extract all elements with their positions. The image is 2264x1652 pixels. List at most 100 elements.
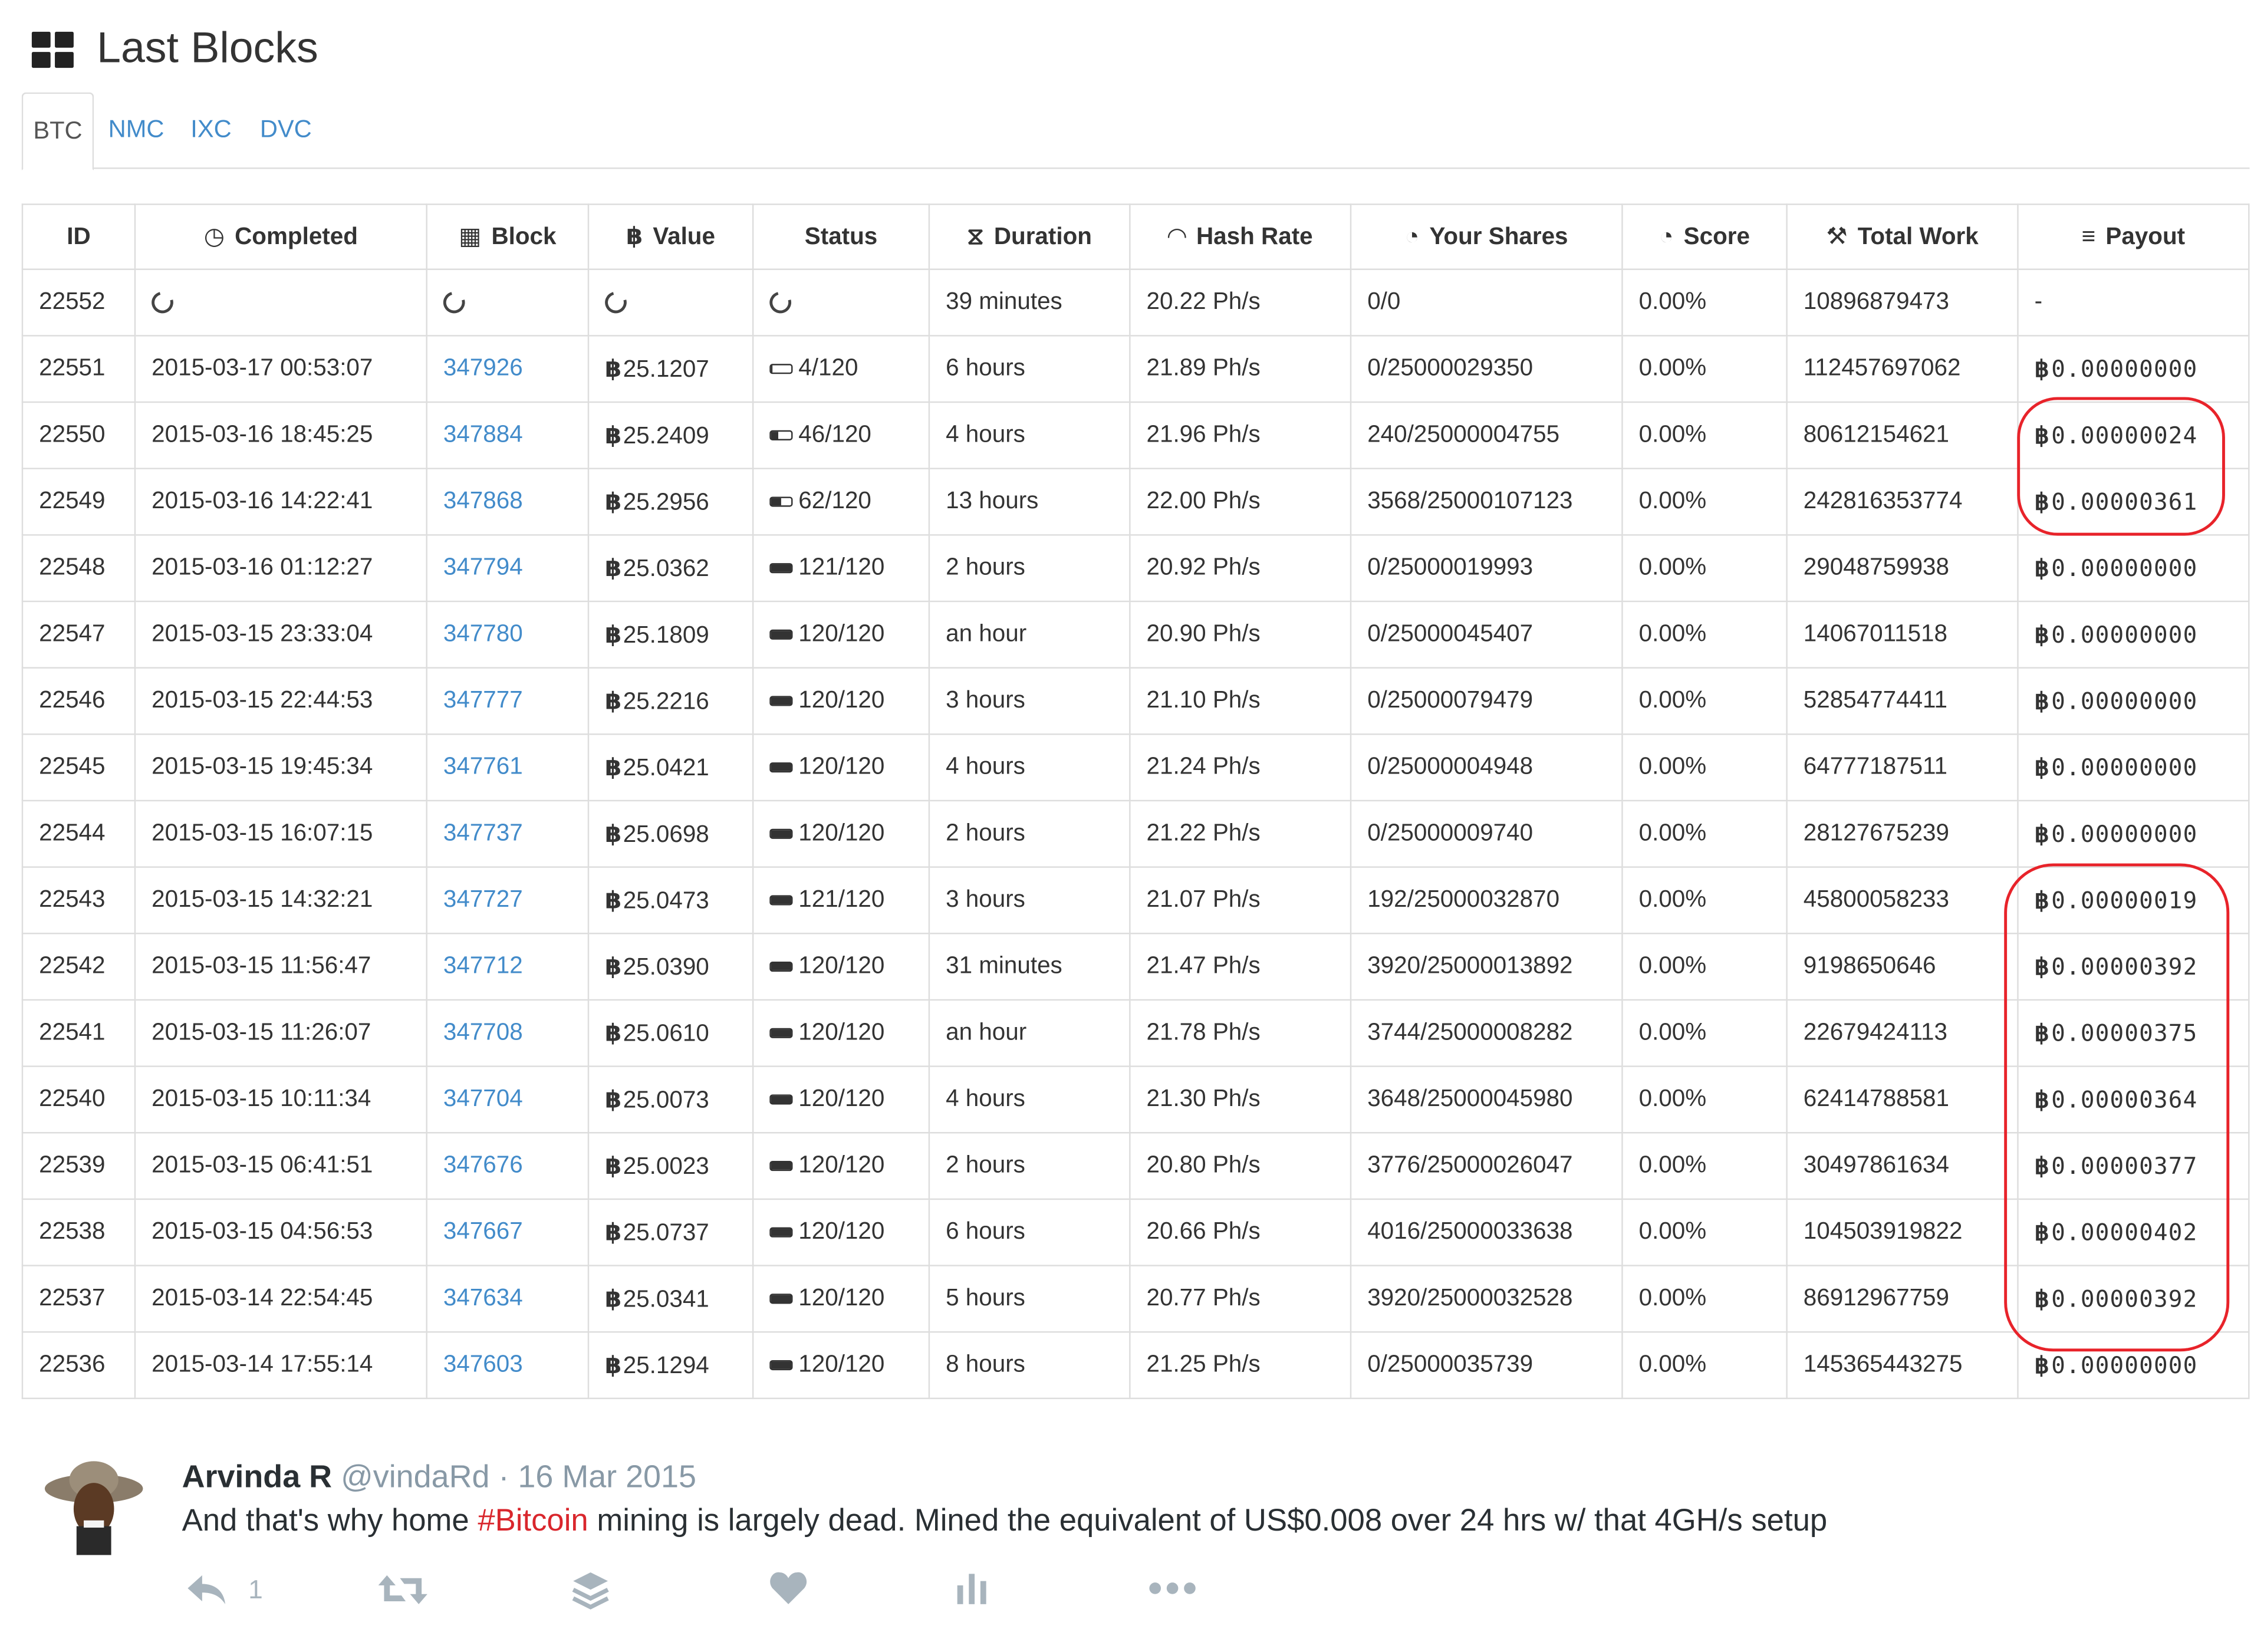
column-header-label: Value <box>653 223 715 250</box>
buffer-button[interactable] <box>572 1571 610 1612</box>
cell-payout: - <box>2017 268 2250 337</box>
block-link[interactable]: 347780 <box>426 600 590 669</box>
bitcoin-icon: ฿ <box>2034 357 2050 382</box>
cell-status: 120/120 <box>752 1132 930 1200</box>
cell-value-amount: 25.1207 <box>623 356 709 382</box>
bitcoin-icon: ฿ <box>2034 1220 2050 1246</box>
tab-ixc[interactable]: IXC <box>190 93 231 167</box>
cell-hashrate: 21.96 Ph/s <box>1129 401 1352 469</box>
cell-score: 0.00% <box>1621 268 1788 337</box>
retweet-button[interactable] <box>377 1571 429 1609</box>
block-link[interactable]: 347926 <box>426 335 590 403</box>
reply-button[interactable]: 1 <box>185 1571 263 1609</box>
column-header[interactable]: ▦ Block <box>426 203 590 270</box>
column-header[interactable]: ID <box>21 203 136 270</box>
cell-value-amount: 25.0390 <box>623 953 709 980</box>
confirmation-bar <box>769 1094 793 1105</box>
cell-payout-amount: 0.00000019 <box>2051 886 2198 913</box>
cell-completed: 2015-03-15 23:33:04 <box>134 600 427 669</box>
block-link[interactable]: 347727 <box>426 866 590 934</box>
column-header[interactable]: ⚒ Total Work <box>1786 203 2019 270</box>
block-link[interactable]: 347676 <box>426 1132 590 1200</box>
bitcoin-icon: ฿ <box>605 687 622 715</box>
cell-value: ฿ 25.0073 <box>587 1065 754 1134</box>
cell-status: 121/120 <box>752 866 930 934</box>
table-row: 22548 2015-03-16 01:12:27 347794 ฿ 25.0362 12… <box>21 534 2250 603</box>
tweet-author-handle[interactable]: @vindaRd <box>341 1458 489 1494</box>
cell-total-work: 104503919822 <box>1786 1198 2019 1266</box>
cell-completed: 2015-03-16 14:22:41 <box>134 468 427 536</box>
cell-duration: 6 hours <box>928 335 1131 403</box>
analytics-button[interactable] <box>956 1571 988 1606</box>
cell-score: 0.00% <box>1621 1198 1788 1266</box>
status-text: 120/120 <box>798 687 885 713</box>
block-link[interactable]: 347667 <box>426 1198 590 1266</box>
cell-duration: an hour <box>928 999 1131 1067</box>
bitcoin-icon: ฿ <box>2034 490 2050 515</box>
table-row: 22550 2015-03-16 18:45:25 347884 ฿ 25.2409 46… <box>21 401 2250 469</box>
status-text: 121/120 <box>798 554 885 581</box>
block-link[interactable]: 347712 <box>426 933 590 1001</box>
status-text: 120/120 <box>798 753 885 780</box>
column-header[interactable]: ◷ Completed <box>134 203 427 270</box>
cell-shares: 0/25000045407 <box>1350 600 1623 669</box>
more-button[interactable] <box>1148 1571 1197 1606</box>
grid-icon: ▦ <box>459 223 482 250</box>
cell-block <box>426 268 590 337</box>
spinner-icon <box>147 288 177 318</box>
column-header[interactable]: ◔ Score <box>1621 203 1788 270</box>
block-link[interactable]: 347884 <box>426 401 590 469</box>
block-link[interactable]: 347761 <box>426 733 590 802</box>
cell-shares: 3568/25000107123 <box>1350 468 1623 536</box>
column-header[interactable]: ◔ Your Shares <box>1350 203 1623 270</box>
tweet-header: Arvinda R @vindaRd · 16 Mar 2015 <box>182 1458 696 1496</box>
block-link[interactable]: 347704 <box>426 1065 590 1134</box>
block-link[interactable]: 347737 <box>426 799 590 868</box>
tweet-hashtag[interactable]: #Bitcoin <box>478 1503 588 1538</box>
cell-hashrate: 21.78 Ph/s <box>1129 999 1352 1067</box>
cell-score: 0.00% <box>1621 468 1788 536</box>
block-link[interactable]: 347868 <box>426 468 590 536</box>
tab-btc[interactable]: BTC <box>21 92 94 170</box>
avatar[interactable] <box>42 1451 146 1555</box>
block-link[interactable]: 347603 <box>426 1331 590 1400</box>
cell-value-amount: 25.1294 <box>623 1352 709 1378</box>
block-link[interactable]: 347634 <box>426 1265 590 1333</box>
cell-score: 0.00% <box>1621 600 1788 669</box>
cell-score: 0.00% <box>1621 933 1788 1001</box>
tweet-date[interactable]: 16 Mar 2015 <box>518 1458 696 1494</box>
cell-id: 22544 <box>21 799 136 868</box>
tweet-text-after: mining is largely dead. Mined the equiva… <box>588 1503 1828 1538</box>
spinner-icon <box>439 288 469 318</box>
block-link[interactable]: 347708 <box>426 999 590 1067</box>
column-header[interactable]: ⧖ Duration <box>928 203 1131 270</box>
bitcoin-icon: ฿ <box>2034 423 2050 449</box>
block-link[interactable]: 347777 <box>426 667 590 735</box>
cell-shares: 3920/25000032528 <box>1350 1265 1623 1333</box>
like-button[interactable] <box>769 1571 807 1606</box>
cell-id: 22540 <box>21 1065 136 1134</box>
status-text: 120/120 <box>798 820 885 847</box>
cell-hashrate: 21.30 Ph/s <box>1129 1065 1352 1134</box>
cell-completed: 2015-03-15 11:26:07 <box>134 999 427 1067</box>
cell-hashrate: 21.25 Ph/s <box>1129 1331 1352 1400</box>
table-row: 22543 2015-03-15 14:32:21 347727 ฿ 25.0473 12… <box>21 866 2250 934</box>
cell-duration: 4 hours <box>928 401 1131 469</box>
cell-id: 22545 <box>21 733 136 802</box>
block-link[interactable]: 347794 <box>426 534 590 603</box>
column-header[interactable]: ฿ Value <box>587 203 754 270</box>
cell-payout: ฿ 0.00000000 <box>2017 600 2250 669</box>
column-header[interactable]: Status <box>752 203 930 270</box>
column-header[interactable]: ≡ Payout <box>2017 203 2250 270</box>
coins-icon: ≡ <box>2081 223 2096 249</box>
tab-dvc[interactable]: DVC <box>260 93 312 167</box>
status-text: 62/120 <box>798 488 871 514</box>
confirmation-bar <box>769 762 793 773</box>
column-header[interactable]: ◠ Hash Rate <box>1129 203 1352 270</box>
cell-hashrate: 21.89 Ph/s <box>1129 335 1352 403</box>
tab-nmc[interactable]: NMC <box>108 93 164 167</box>
cell-id: 22552 <box>21 268 136 337</box>
cell-value: ฿ 25.2409 <box>587 401 754 469</box>
table-row: 22546 2015-03-15 22:44:53 347777 ฿ 25.2216 12… <box>21 667 2250 735</box>
tweet-author-name[interactable]: Arvinda R <box>182 1458 333 1494</box>
